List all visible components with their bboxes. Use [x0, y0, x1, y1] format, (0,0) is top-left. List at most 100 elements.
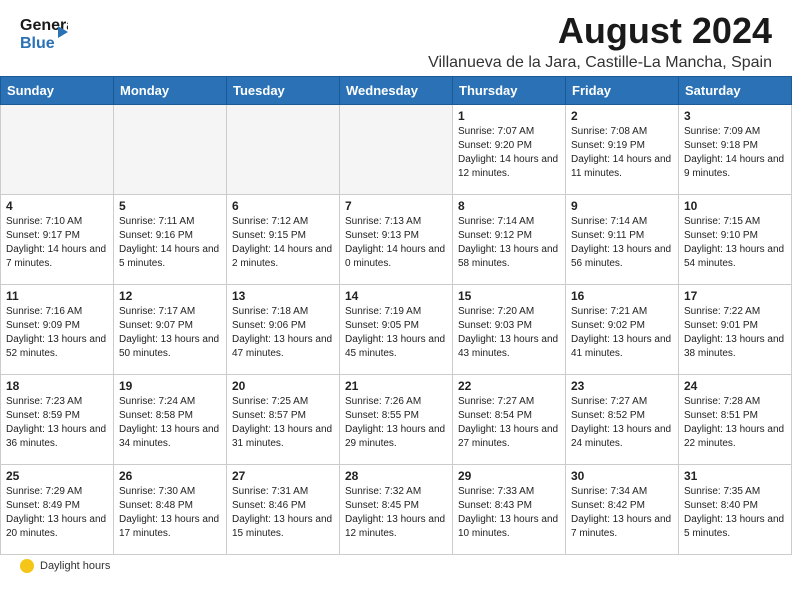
day-number: 24	[684, 379, 786, 393]
day-info: Sunrise: 7:20 AMSunset: 9:03 PMDaylight:…	[458, 305, 560, 361]
day-cell-12: 12 Sunrise: 7:17 AMSunset: 9:07 PMDayligh…	[114, 285, 227, 375]
day-info: Sunrise: 7:15 AMSunset: 9:10 PMDaylight:…	[684, 215, 786, 271]
day-cell-11: 11 Sunrise: 7:16 AMSunset: 9:09 PMDayligh…	[1, 285, 114, 375]
day-cell-3: 3Sunrise: 7:09 AMSunset: 9:18 PMDaylight…	[679, 105, 792, 195]
day-info: Sunrise: 7:23 AMSunset: 8:59 PMDaylight:…	[6, 395, 108, 451]
col-header-saturday: Saturday	[679, 77, 792, 105]
day-cell-18: 18Sunrise: 7:23 AMSunset: 8:59 PMDayligh…	[1, 375, 114, 465]
day-info: Sunrise: 7:34 AMSunset: 8:42 PMDaylight:…	[571, 485, 673, 541]
day-info: Sunrise: 7:11 AMSunset: 9:16 PMDaylight:…	[119, 215, 221, 271]
day-cell-27: 27 Sunrise: 7:31 AMSunset: 8:46 PMDayligh…	[227, 465, 340, 555]
day-cell-20: 20 Sunrise: 7:25 AMSunset: 8:57 PMDayligh…	[227, 375, 340, 465]
day-number: 21	[345, 379, 447, 393]
day-info: Sunrise: 7:22 AMSunset: 9:01 PMDaylight:…	[684, 305, 786, 361]
day-number: 28	[345, 469, 447, 483]
calendar-header-row: SundayMondayTuesdayWednesdayThursdayFrid…	[1, 77, 792, 105]
day-number: 6	[232, 199, 334, 213]
day-cell-16: 16 Sunrise: 7:21 AMSunset: 9:02 PMDayligh…	[566, 285, 679, 375]
day-info: Sunrise: 7:13 AMSunset: 9:13 PMDaylight:…	[345, 215, 447, 271]
week-row-4: 18Sunrise: 7:23 AMSunset: 8:59 PMDayligh…	[1, 375, 792, 465]
day-number: 9	[571, 199, 673, 213]
day-number: 29	[458, 469, 560, 483]
footer-label: Daylight hours	[40, 560, 110, 572]
day-cell-6: 6 Sunrise: 7:12 AMSunset: 9:15 PMDaylight…	[227, 195, 340, 285]
logo-icon: General Blue	[20, 10, 68, 54]
day-number: 27	[232, 469, 334, 483]
day-number: 11	[6, 289, 108, 303]
day-info: Sunrise: 7:31 AMSunset: 8:46 PMDaylight:…	[232, 485, 334, 541]
week-row-1: 1 Sunrise: 7:07 AMSunset: 9:20 PMDaylight…	[1, 105, 792, 195]
day-cell-empty-2	[227, 105, 340, 195]
day-cell-22: 22Sunrise: 7:27 AMSunset: 8:54 PMDayligh…	[453, 375, 566, 465]
day-cell-29: 29 Sunrise: 7:33 AMSunset: 8:43 PMDayligh…	[453, 465, 566, 555]
day-cell-31: 31 Sunrise: 7:35 AMSunset: 8:40 PMDayligh…	[679, 465, 792, 555]
week-row-2: 4 Sunrise: 7:10 AMSunset: 9:17 PMDaylight…	[1, 195, 792, 285]
day-number: 19	[119, 379, 221, 393]
day-info: Sunrise: 7:08 AMSunset: 9:19 PMDaylight:…	[571, 125, 673, 181]
day-cell-19: 19Sunrise: 7:24 AMSunset: 8:58 PMDayligh…	[114, 375, 227, 465]
day-cell-empty-3	[340, 105, 453, 195]
svg-text:Blue: Blue	[20, 35, 55, 52]
day-number: 1	[458, 109, 560, 123]
day-cell-10: 10 Sunrise: 7:15 AMSunset: 9:10 PMDayligh…	[679, 195, 792, 285]
day-cell-21: 21Sunrise: 7:26 AMSunset: 8:55 PMDayligh…	[340, 375, 453, 465]
day-cell-2: 2 Sunrise: 7:08 AMSunset: 9:19 PMDaylight…	[566, 105, 679, 195]
day-number: 20	[232, 379, 334, 393]
footer: Daylight hours	[0, 555, 792, 579]
day-number: 15	[458, 289, 560, 303]
day-info: Sunrise: 7:07 AMSunset: 9:20 PMDaylight:…	[458, 125, 560, 181]
day-number: 13	[232, 289, 334, 303]
day-cell-17: 17Sunrise: 7:22 AMSunset: 9:01 PMDayligh…	[679, 285, 792, 375]
day-number: 30	[571, 469, 673, 483]
week-row-3: 11 Sunrise: 7:16 AMSunset: 9:09 PMDayligh…	[1, 285, 792, 375]
day-number: 2	[571, 109, 673, 123]
day-cell-15: 15 Sunrise: 7:20 AMSunset: 9:03 PMDayligh…	[453, 285, 566, 375]
sun-icon	[20, 559, 34, 573]
day-cell-4: 4 Sunrise: 7:10 AMSunset: 9:17 PMDaylight…	[1, 195, 114, 285]
day-cell-1: 1 Sunrise: 7:07 AMSunset: 9:20 PMDaylight…	[453, 105, 566, 195]
day-info: Sunrise: 7:21 AMSunset: 9:02 PMDaylight:…	[571, 305, 673, 361]
day-info: Sunrise: 7:35 AMSunset: 8:40 PMDaylight:…	[684, 485, 786, 541]
day-info: Sunrise: 7:16 AMSunset: 9:09 PMDaylight:…	[6, 305, 108, 361]
day-info: Sunrise: 7:30 AMSunset: 8:48 PMDaylight:…	[119, 485, 221, 541]
col-header-tuesday: Tuesday	[227, 77, 340, 105]
day-cell-14: 14 Sunrise: 7:19 AMSunset: 9:05 PMDayligh…	[340, 285, 453, 375]
day-cell-empty-0	[1, 105, 114, 195]
day-info: Sunrise: 7:29 AMSunset: 8:49 PMDaylight:…	[6, 485, 108, 541]
day-number: 23	[571, 379, 673, 393]
day-number: 16	[571, 289, 673, 303]
title-block: August 2024 Villanueva de la Jara, Casti…	[428, 10, 772, 72]
day-cell-30: 30 Sunrise: 7:34 AMSunset: 8:42 PMDayligh…	[566, 465, 679, 555]
col-header-monday: Monday	[114, 77, 227, 105]
page-subtitle: Villanueva de la Jara, Castille-La Manch…	[428, 54, 772, 72]
day-cell-9: 9 Sunrise: 7:14 AMSunset: 9:11 PMDaylight…	[566, 195, 679, 285]
day-cell-7: 7 Sunrise: 7:13 AMSunset: 9:13 PMDaylight…	[340, 195, 453, 285]
day-info: Sunrise: 7:10 AMSunset: 9:17 PMDaylight:…	[6, 215, 108, 271]
col-header-friday: Friday	[566, 77, 679, 105]
day-number: 10	[684, 199, 786, 213]
day-cell-25: 25Sunrise: 7:29 AMSunset: 8:49 PMDayligh…	[1, 465, 114, 555]
col-header-wednesday: Wednesday	[340, 77, 453, 105]
day-number: 7	[345, 199, 447, 213]
day-info: Sunrise: 7:33 AMSunset: 8:43 PMDaylight:…	[458, 485, 560, 541]
page-title: August 2024	[428, 10, 772, 52]
day-info: Sunrise: 7:12 AMSunset: 9:15 PMDaylight:…	[232, 215, 334, 271]
day-number: 4	[6, 199, 108, 213]
day-info: Sunrise: 7:19 AMSunset: 9:05 PMDaylight:…	[345, 305, 447, 361]
day-number: 26	[119, 469, 221, 483]
day-number: 12	[119, 289, 221, 303]
day-number: 3	[684, 109, 786, 123]
day-info: Sunrise: 7:17 AMSunset: 9:07 PMDaylight:…	[119, 305, 221, 361]
day-info: Sunrise: 7:27 AMSunset: 8:52 PMDaylight:…	[571, 395, 673, 451]
page-header: General Blue August 2024 Villanueva de l…	[0, 0, 792, 76]
day-cell-5: 5Sunrise: 7:11 AMSunset: 9:16 PMDaylight…	[114, 195, 227, 285]
day-number: 14	[345, 289, 447, 303]
day-info: Sunrise: 7:14 AMSunset: 9:11 PMDaylight:…	[571, 215, 673, 271]
day-cell-empty-1	[114, 105, 227, 195]
day-info: Sunrise: 7:32 AMSunset: 8:45 PMDaylight:…	[345, 485, 447, 541]
day-info: Sunrise: 7:25 AMSunset: 8:57 PMDaylight:…	[232, 395, 334, 451]
calendar-table: SundayMondayTuesdayWednesdayThursdayFrid…	[0, 76, 792, 555]
day-info: Sunrise: 7:28 AMSunset: 8:51 PMDaylight:…	[684, 395, 786, 451]
day-cell-8: 8Sunrise: 7:14 AMSunset: 9:12 PMDaylight…	[453, 195, 566, 285]
day-number: 31	[684, 469, 786, 483]
